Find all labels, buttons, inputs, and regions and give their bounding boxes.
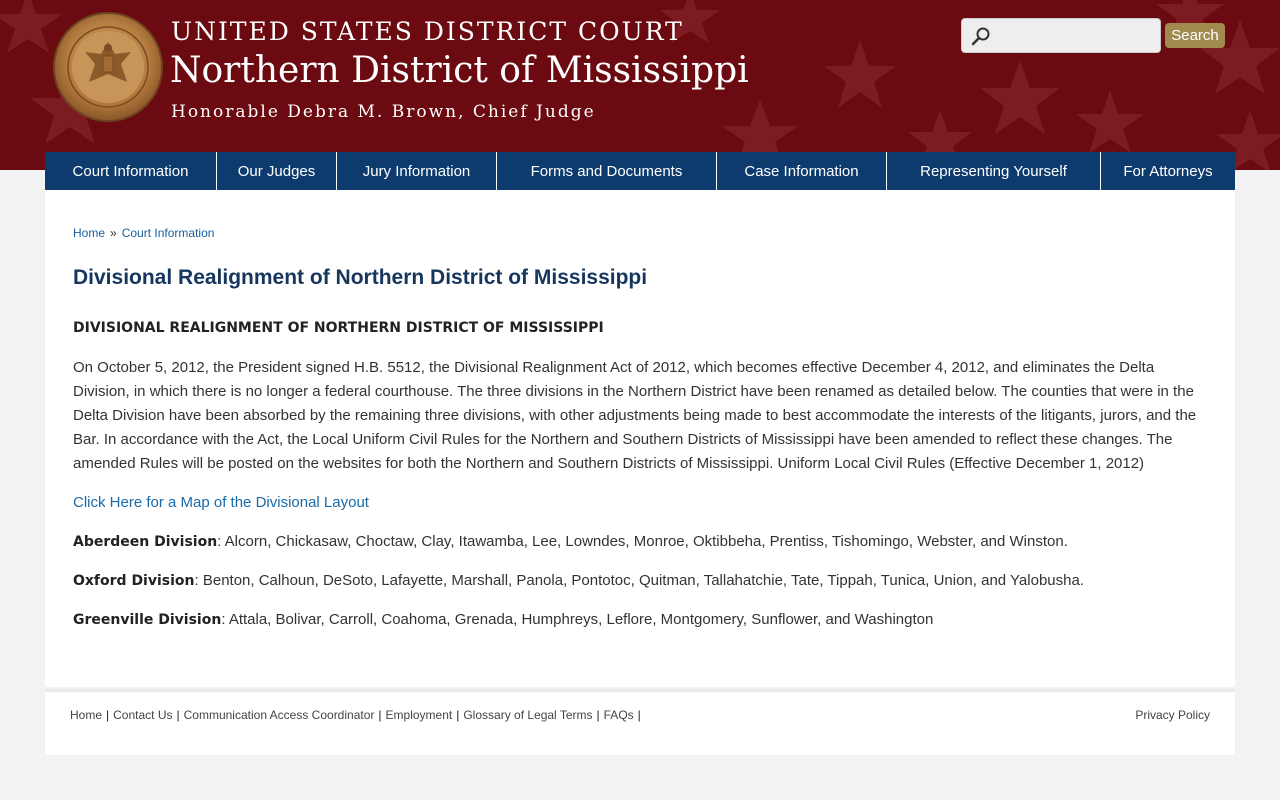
footer-link-privacy-policy[interactable]: Privacy Policy <box>1135 708 1210 722</box>
division-aberdeen: Aberdeen Division: Alcorn, Chickasaw, Ch… <box>73 533 1068 550</box>
nav-case-information[interactable]: Case Information <box>717 152 887 190</box>
footer-separator: | <box>596 708 600 722</box>
division-oxford: Oxford Division: Benton, Calhoun, DeSoto… <box>73 572 1084 589</box>
footer-separator: | <box>106 708 110 722</box>
footer-separator: | <box>637 708 641 722</box>
court-seal-icon <box>53 12 163 122</box>
footer-links: Home | Contact Us | Communication Access Coo… <box>70 708 645 722</box>
division-counties: : Attala, Bolivar, Carroll, Coahoma, Gre… <box>221 611 934 628</box>
footer-link-employment[interactable]: Employment <box>386 708 453 722</box>
search-input[interactable] <box>996 23 1156 48</box>
footer-separator: | <box>176 708 180 722</box>
court-name: UNITED STATES DISTRICT COURT <box>171 17 684 46</box>
site-footer: Home | Contact Us | Communication Access Coo… <box>45 689 1235 755</box>
main-content: Home » Court Information Divisional Realig… <box>45 190 1235 687</box>
nav-our-judges[interactable]: Our Judges <box>217 152 337 190</box>
district-name: Northern District of Mississippi <box>170 50 749 91</box>
footer-separator: | <box>378 708 382 722</box>
footer-link-communication-access-coordinator[interactable]: Communication Access Coordinator <box>184 708 375 722</box>
division-name: Aberdeen Division <box>73 534 218 550</box>
division-name: Oxford Division <box>73 573 195 589</box>
breadcrumb: Home » Court Information <box>73 226 214 240</box>
section-heading: DIVISIONAL REALIGNMENT OF NORTHERN DISTR… <box>73 320 604 336</box>
footer-link-home[interactable]: Home <box>70 708 102 722</box>
nav-court-information[interactable]: Court Information <box>45 152 217 190</box>
footer-link-faqs[interactable]: FAQs <box>604 708 634 722</box>
chief-judge: Honorable Debra M. Brown, Chief Judge <box>171 102 596 122</box>
footer-link-contact-us[interactable]: Contact Us <box>113 708 172 722</box>
site-header: UNITED STATES DISTRICT COURT Northern Di… <box>0 0 1280 170</box>
page-title: Divisional Realignment of Northern Distr… <box>73 266 648 289</box>
division-name: Greenville Division <box>73 612 222 628</box>
main-nav: Court Information Our Judges Jury Inform… <box>45 152 1235 190</box>
footer-separator: | <box>456 708 460 722</box>
footer-link-glossary[interactable]: Glossary of Legal Terms <box>463 708 592 722</box>
division-counties: : Benton, Calhoun, DeSoto, Lafayette, Ma… <box>194 572 1084 589</box>
divisional-map-link[interactable]: Click Here for a Map of the Divisional L… <box>73 494 369 511</box>
search-icon <box>971 27 990 46</box>
nav-jury-information[interactable]: Jury Information <box>337 152 497 190</box>
breadcrumb-separator: » <box>110 226 117 240</box>
realignment-paragraph: On October 5, 2012, the President signed… <box>73 359 1197 472</box>
nav-forms-and-documents[interactable]: Forms and Documents <box>497 152 717 190</box>
search-box <box>961 18 1161 53</box>
nav-representing-yourself[interactable]: Representing Yourself <box>887 152 1101 190</box>
breadcrumb-home-link[interactable]: Home <box>73 226 105 240</box>
division-greenville: Greenville Division: Attala, Bolivar, Ca… <box>73 611 933 628</box>
search-button[interactable]: Search <box>1165 23 1225 48</box>
breadcrumb-current-link[interactable]: Court Information <box>122 226 215 240</box>
division-counties: : Alcorn, Chickasaw, Choctaw, Clay, Itaw… <box>217 533 1068 550</box>
nav-for-attorneys[interactable]: For Attorneys <box>1101 152 1235 190</box>
